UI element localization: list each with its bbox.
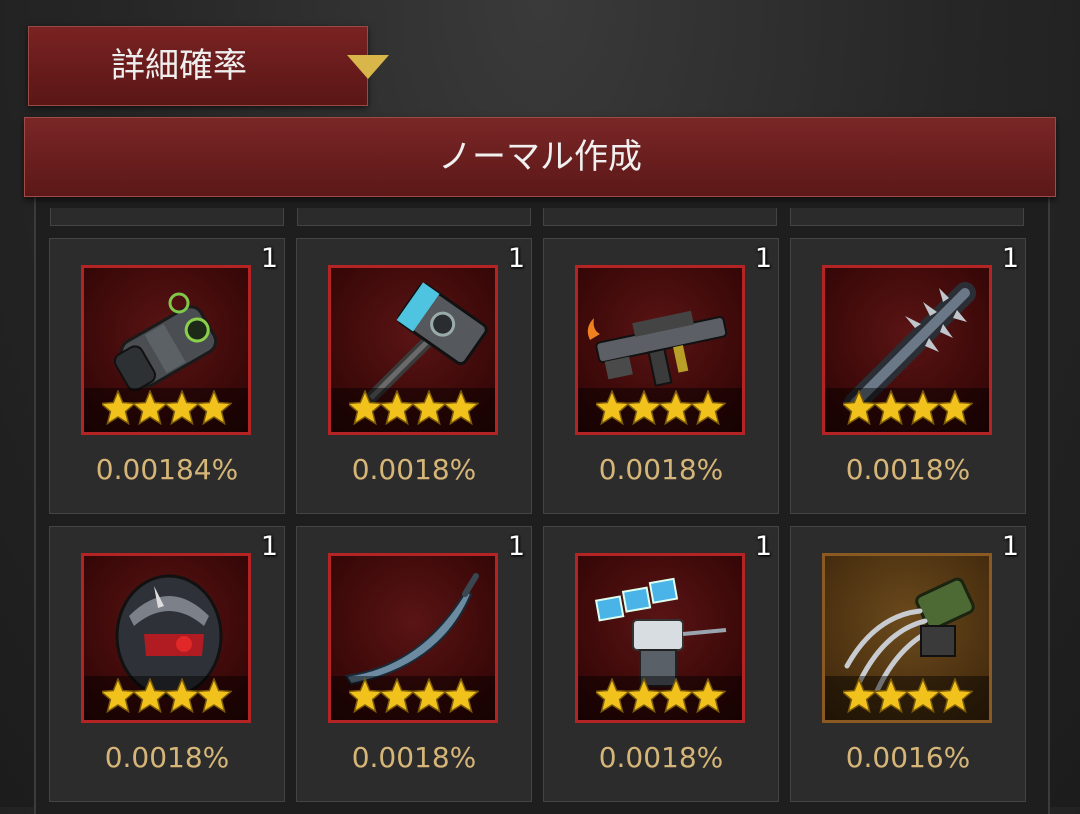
star-icon	[378, 390, 416, 426]
item-quantity: 1	[507, 243, 525, 274]
star-icon	[378, 678, 416, 714]
item-quantity: 1	[1001, 243, 1019, 274]
star-icon	[657, 678, 695, 714]
star-icon	[904, 678, 942, 714]
drop-rate: 0.0018%	[351, 741, 477, 774]
star-rating	[596, 390, 726, 426]
star-icon	[131, 678, 169, 714]
item-quantity: 1	[754, 531, 772, 562]
item-quantity: 1	[507, 531, 525, 562]
item-card[interactable]: 1 0.0018%	[790, 238, 1026, 514]
item-card[interactable]: 1 0.0018%	[296, 238, 532, 514]
detail-rate-dropdown[interactable]: 詳細確率	[28, 26, 389, 106]
item-frame	[328, 265, 498, 435]
star-icon	[872, 678, 910, 714]
item-card[interactable]: 1 0.00184%	[49, 238, 285, 514]
item-card[interactable]: 1 0.0018%	[49, 526, 285, 802]
star-rating	[349, 678, 479, 714]
dropdown-arrow-icon	[347, 55, 389, 79]
star-icon	[843, 390, 878, 426]
item-frame	[81, 265, 251, 435]
item-frame	[575, 553, 745, 723]
item-quantity: 1	[260, 243, 278, 274]
star-icon	[102, 390, 137, 426]
star-icon	[936, 390, 973, 426]
star-icon	[596, 390, 631, 426]
item-card[interactable]: 1 0.0018%	[296, 526, 532, 802]
item-card[interactable]: 1 0.0018%	[543, 238, 779, 514]
item-quantity: 1	[754, 243, 772, 274]
item-frame	[328, 553, 498, 723]
drop-rate: 0.0018%	[104, 741, 230, 774]
star-icon	[872, 390, 910, 426]
partial-card	[790, 208, 1024, 226]
star-icon	[442, 390, 479, 426]
star-icon	[410, 678, 448, 714]
partial-card	[50, 208, 284, 226]
star-icon	[410, 390, 448, 426]
star-icon	[195, 678, 232, 714]
star-rating	[843, 678, 973, 714]
star-rating	[102, 678, 232, 714]
item-quantity: 1	[1001, 531, 1019, 562]
star-icon	[625, 390, 663, 426]
item-card[interactable]: 1 0.0018%	[543, 526, 779, 802]
star-icon	[689, 390, 726, 426]
star-icon	[442, 678, 479, 714]
item-frame	[822, 265, 992, 435]
star-icon	[131, 390, 169, 426]
item-frame	[575, 265, 745, 435]
drop-rate: 0.0018%	[351, 453, 477, 486]
star-rating	[349, 390, 479, 426]
drop-rate: 0.00184%	[95, 453, 239, 486]
item-frame	[81, 553, 251, 723]
section-title: ノーマル作成	[438, 137, 642, 177]
star-icon	[349, 390, 384, 426]
drop-rate: 0.0018%	[598, 741, 724, 774]
star-icon	[689, 678, 726, 714]
star-icon	[163, 678, 201, 714]
item-quantity: 1	[260, 531, 278, 562]
star-rating	[596, 678, 726, 714]
star-icon	[102, 678, 137, 714]
dropdown-label: 詳細確率	[111, 46, 247, 86]
section-header: ノーマル作成	[24, 117, 1056, 197]
star-rating	[102, 390, 232, 426]
star-icon	[596, 678, 631, 714]
star-icon	[904, 390, 942, 426]
star-icon	[195, 390, 232, 426]
item-card[interactable]: 1 0.0016%	[790, 526, 1026, 802]
drop-rate: 0.0016%	[845, 741, 971, 774]
item-frame	[822, 553, 992, 723]
star-icon	[163, 390, 201, 426]
star-icon	[843, 678, 878, 714]
drop-rate: 0.0018%	[598, 453, 724, 486]
drop-rate: 0.0018%	[845, 453, 971, 486]
star-rating	[843, 390, 973, 426]
star-icon	[657, 390, 695, 426]
partial-card	[543, 208, 777, 226]
star-icon	[625, 678, 663, 714]
star-icon	[936, 678, 973, 714]
star-icon	[349, 678, 384, 714]
partial-card	[297, 208, 531, 226]
